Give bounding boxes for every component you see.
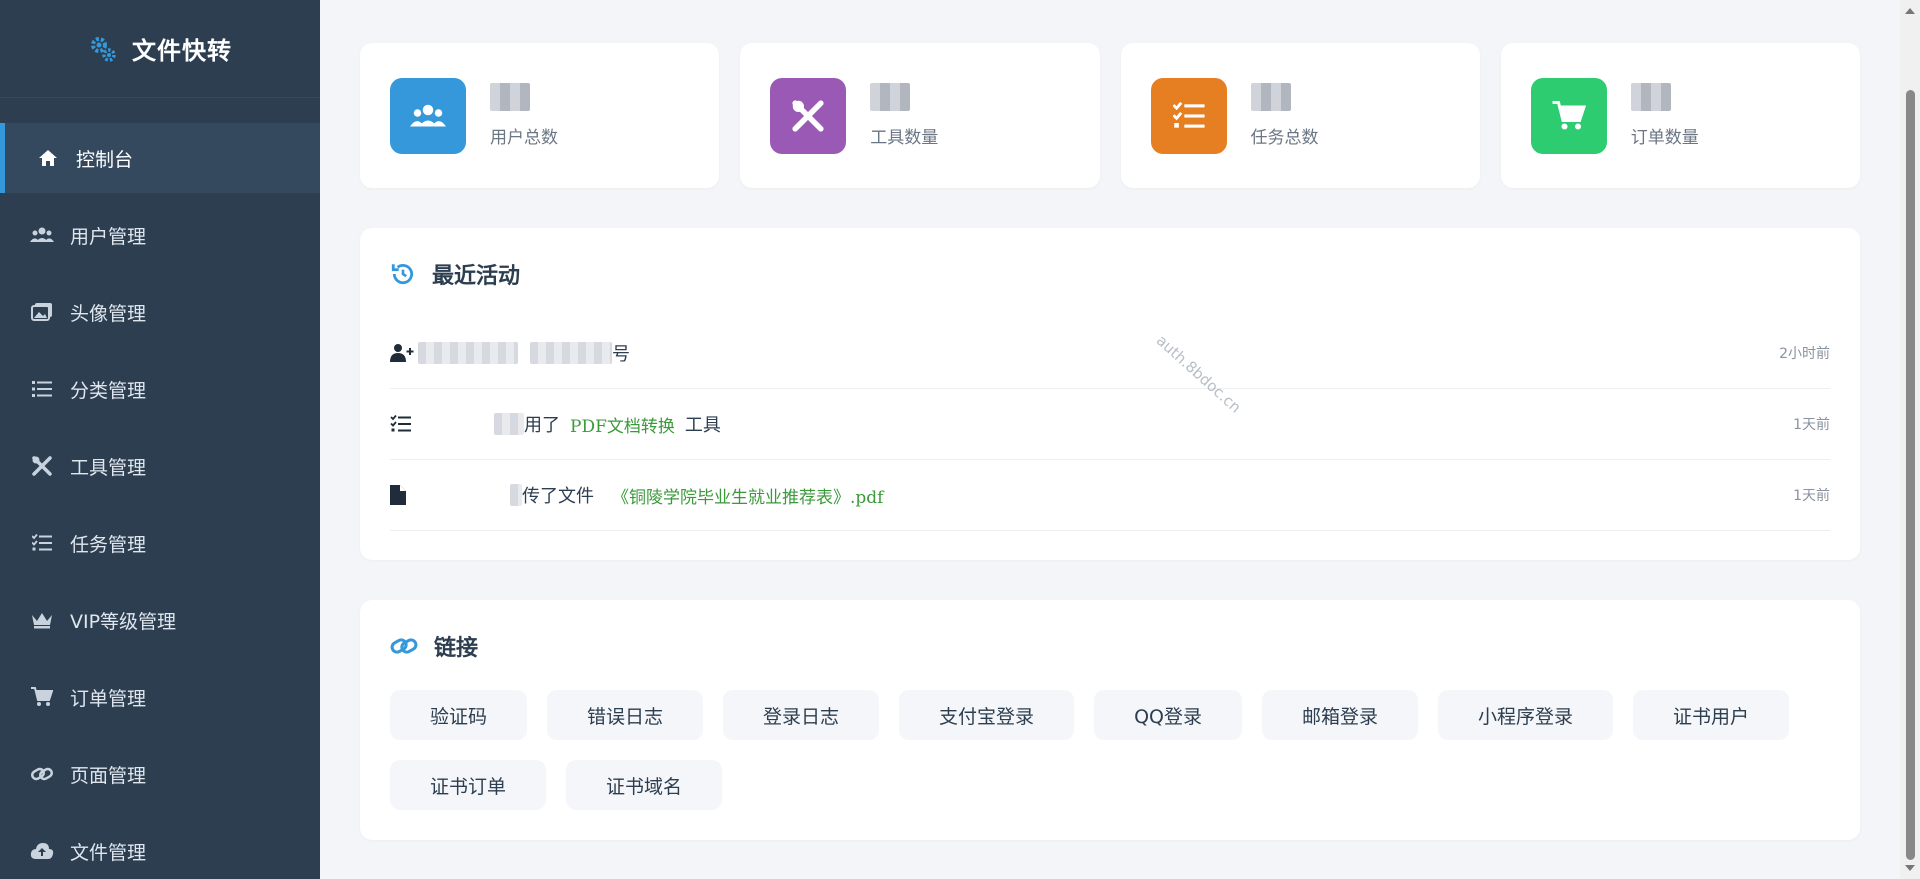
stat-label: 订单数量: [1630, 128, 1699, 148]
list-item: 用了 PDF文档转换 工具 1天前: [390, 389, 1830, 460]
history-icon: [391, 264, 414, 285]
stat-value-redacted: [1250, 83, 1291, 111]
sidebar-item-orders[interactable]: 订单管理: [0, 662, 320, 732]
stat-card-tasks: 任务总数: [1120, 43, 1480, 188]
scroll-up-arrow-icon[interactable]: [1905, 8, 1915, 14]
stat-label: 用户总数: [490, 128, 558, 148]
link-qq-login[interactable]: QQ登录: [1094, 690, 1242, 740]
sidebar-item-pages[interactable]: 页面管理: [0, 739, 320, 809]
activity-list: 号 2小时前 用了 PDF文档转换 工具 1天前 传了文件 《铜陵学院毕业生就业…: [390, 318, 1830, 531]
link-icon: [30, 762, 54, 786]
sidebar: 文件快转 控制台 用户管理 头像管理 分类管理 工具管理 任务管理 VIP等级管…: [0, 0, 320, 879]
tasks-icon: [390, 415, 418, 433]
sidebar-item-label: 分类管理: [70, 379, 147, 402]
link-captcha[interactable]: 验证码: [390, 690, 528, 740]
tool-link[interactable]: PDF文档转换: [570, 412, 675, 437]
link-icon: [390, 638, 418, 654]
gears-icon: [91, 36, 116, 62]
cart-icon: [1530, 77, 1607, 154]
sidebar-item-files[interactable]: 文件管理: [0, 816, 320, 879]
recent-activity-panel: 最近活动 号 2小时前 用了 PDF文档转换 工具 1天前 传了文件 《铜陵学院…: [360, 228, 1860, 560]
sidebar-item-label: 工具管理: [70, 456, 147, 479]
activity-text: 工具: [684, 415, 721, 436]
activity-text: 传了文件: [522, 486, 594, 507]
crown-icon: [30, 608, 54, 632]
stat-label: 任务总数: [1250, 128, 1319, 148]
stat-value-redacted: [1630, 83, 1671, 111]
activity-time: 1天前: [1793, 417, 1830, 433]
stats-row: 用户总数 工具数量 任务总数 订单数量: [360, 43, 1860, 188]
stat-value-redacted: [490, 83, 530, 111]
users-icon: [390, 77, 466, 154]
list-item: 号 2小时前: [390, 318, 1830, 389]
activity-time: 1天前: [1793, 488, 1830, 504]
main-content: 用户总数 工具数量 任务总数 订单数量 最近活动 号 2小时前 用了 PDF文档…: [320, 0, 1900, 879]
stat-label: 工具数量: [870, 128, 939, 148]
link-cert-domains[interactable]: 证书域名: [566, 760, 723, 810]
stat-card-users: 用户总数: [360, 43, 720, 188]
link-alipay-login[interactable]: 支付宝登录: [899, 690, 1075, 740]
tasks-icon: [1150, 77, 1227, 154]
links-panel: 链接 验证码 错误日志 登录日志 支付宝登录 QQ登录 邮箱登录 小程序登录 证…: [360, 600, 1860, 840]
file-link[interactable]: 《铜陵学院毕业生就业推荐表》.pdf: [612, 483, 883, 508]
sidebar-item-label: 文件管理: [70, 841, 147, 864]
file-icon: [390, 485, 418, 505]
sidebar-item-tools[interactable]: 工具管理: [0, 431, 320, 501]
tasks-icon: [30, 531, 54, 555]
app-title: 文件快转: [132, 37, 232, 65]
link-cert-users[interactable]: 证书用户: [1633, 690, 1790, 740]
sidebar-item-tasks[interactable]: 任务管理: [0, 508, 320, 578]
activity-time: 2小时前: [1779, 346, 1830, 362]
redacted-text: [494, 413, 524, 435]
list-item: 传了文件 《铜陵学院毕业生就业推荐表》.pdf 1天前: [390, 460, 1830, 531]
tools-icon: [770, 77, 847, 154]
sidebar-item-label: 订单管理: [70, 687, 147, 710]
sidebar-item-categories[interactable]: 分类管理: [0, 354, 320, 424]
list-icon: [30, 377, 54, 401]
links-list: 验证码 错误日志 登录日志 支付宝登录 QQ登录 邮箱登录 小程序登录 证书用户…: [360, 662, 1860, 810]
sidebar-item-label: VIP等级管理: [70, 610, 177, 633]
redacted-text: [510, 484, 522, 506]
activity-text: 用了: [524, 415, 560, 436]
link-email-login[interactable]: 邮箱登录: [1261, 690, 1418, 740]
vertical-scrollbar[interactable]: [1900, 0, 1920, 879]
sidebar-item-label: 控制台: [76, 148, 134, 171]
cloud-upload-icon: [30, 839, 54, 863]
panel-title: 最近活动: [432, 264, 521, 289]
users-icon: [30, 223, 54, 247]
stat-value-redacted: [870, 83, 911, 111]
sidebar-item-label: 头像管理: [70, 302, 147, 325]
stat-card-tools: 工具数量: [740, 43, 1100, 188]
brand[interactable]: 文件快转: [0, 0, 320, 98]
home-icon: [36, 146, 60, 170]
stat-card-orders: 订单数量: [1500, 43, 1860, 188]
sidebar-item-dashboard[interactable]: 控制台: [0, 123, 320, 193]
sidebar-item-label: 用户管理: [70, 225, 147, 248]
link-cert-orders[interactable]: 证书订单: [390, 760, 547, 810]
link-login-log[interactable]: 登录日志: [723, 690, 880, 740]
link-error-log[interactable]: 错误日志: [547, 690, 704, 740]
scroll-down-arrow-icon[interactable]: [1905, 865, 1915, 871]
sidebar-item-avatars[interactable]: 头像管理: [0, 277, 320, 347]
cart-icon: [30, 685, 54, 709]
sidebar-item-vip[interactable]: VIP等级管理: [0, 585, 320, 655]
user-plus-icon: [390, 343, 418, 363]
sidebar-item-users[interactable]: 用户管理: [0, 200, 320, 270]
scroll-thumb[interactable]: [1906, 90, 1915, 860]
sidebar-item-label: 任务管理: [70, 533, 147, 556]
redacted-text: [530, 342, 612, 364]
tools-icon: [30, 454, 54, 478]
link-miniprogram-login[interactable]: 小程序登录: [1438, 690, 1614, 740]
panel-title: 链接: [434, 636, 479, 661]
activity-text: 号: [612, 344, 630, 365]
sidebar-item-label: 页面管理: [70, 764, 147, 787]
redacted-text: [418, 342, 518, 364]
image-icon: [30, 300, 54, 324]
sidebar-nav: 控制台 用户管理 头像管理 分类管理 工具管理 任务管理 VIP等级管理 订单管…: [0, 123, 320, 879]
